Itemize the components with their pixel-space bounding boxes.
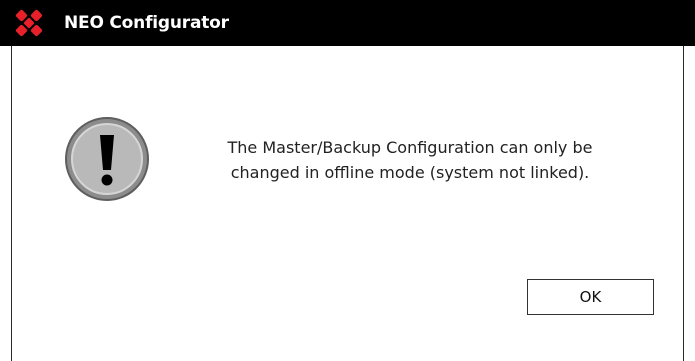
neo-logo-icon [15,9,43,37]
window-title: NEO Configurator [64,13,229,33]
message-line-2: changed in offline mode (system not link… [230,163,590,182]
dialog-border-right [683,46,684,361]
title-bar[interactable]: NEO Configurator [0,0,695,46]
exclamation-warning-icon [65,117,149,201]
message-dialog: NEO Configurator The Master/Backup Confi… [0,0,695,361]
ok-button[interactable]: OK [527,279,654,315]
dialog-message: The Master/Backup Configuration can only… [160,135,660,185]
dialog-border-left [11,46,12,361]
message-line-1: The Master/Backup Configuration can only… [227,138,593,157]
